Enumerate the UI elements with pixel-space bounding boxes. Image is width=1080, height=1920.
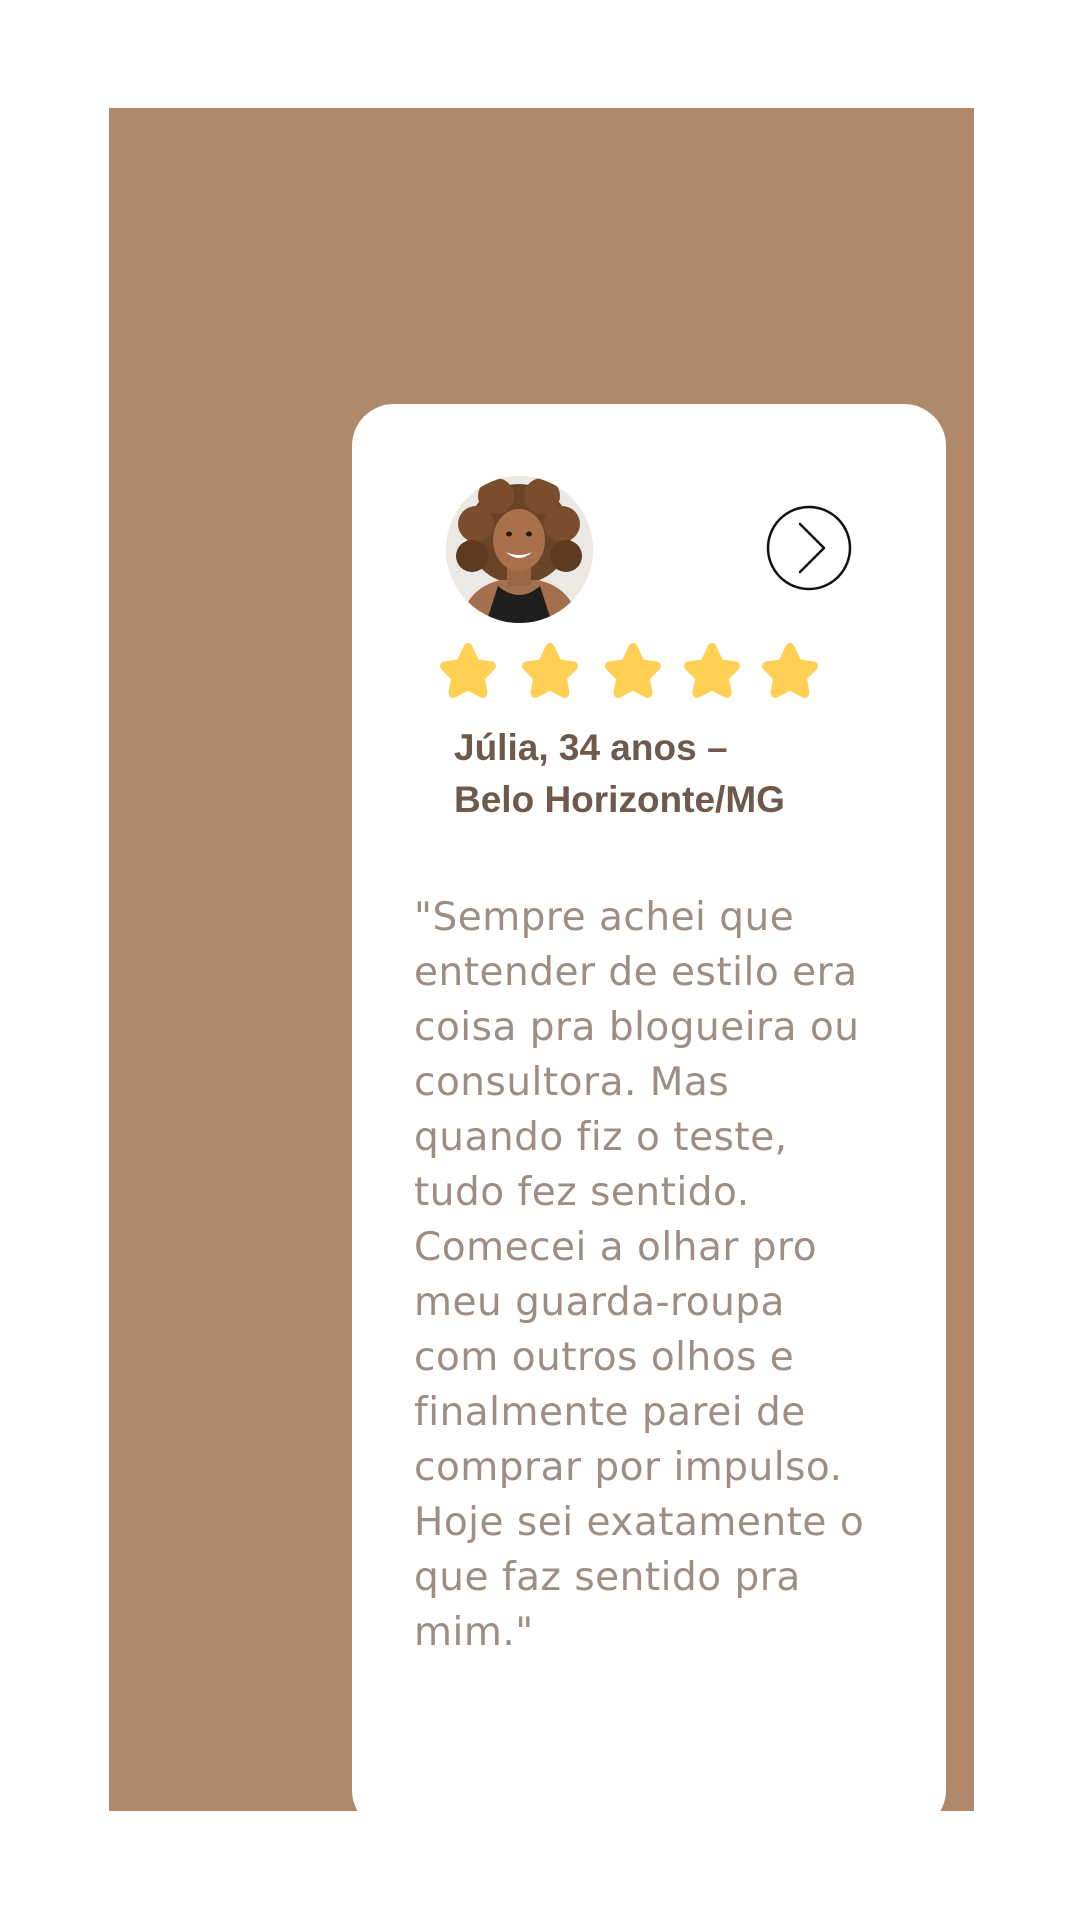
quote-line: mim." xyxy=(414,1610,534,1655)
chevron-right-circle-icon xyxy=(766,505,852,591)
quote-line: "Sempre achei que xyxy=(414,895,795,940)
reviewer-info: Júlia, 34 anos – Belo Horizonte/MG xyxy=(454,722,874,826)
next-button[interactable] xyxy=(766,505,852,591)
reviewer-location: Belo Horizonte/MG xyxy=(454,779,785,820)
reviewer-name: Júlia, 34 anos – xyxy=(454,727,728,768)
quote-line: meu guarda-roupa xyxy=(414,1280,785,1325)
quote-line: entender de estilo era xyxy=(414,950,858,995)
testimonial-frame: Júlia, 34 anos – Belo Horizonte/MG "Semp… xyxy=(109,108,974,1832)
star-rating xyxy=(436,640,856,704)
quote-line: Hoje sei exatamente o xyxy=(414,1500,865,1545)
testimonial-quote: "Sempre achei que entender de estilo era… xyxy=(414,890,914,1660)
star-icon xyxy=(758,640,822,704)
star-icon xyxy=(680,640,744,704)
star-icon xyxy=(436,640,500,704)
star-icon xyxy=(601,640,665,704)
avatar xyxy=(446,476,593,623)
star-icon xyxy=(518,640,582,704)
quote-line: Comecei a olhar pro xyxy=(414,1225,818,1270)
quote-line: comprar por impulso. xyxy=(414,1445,843,1490)
quote-line: tudo fez sentido. xyxy=(414,1170,750,1215)
quote-line: finalmente parei de xyxy=(414,1390,806,1435)
quote-line: consultora. Mas xyxy=(414,1060,730,1105)
quote-line: com outros olhos e xyxy=(414,1335,795,1380)
testimonial-card: Júlia, 34 anos – Belo Horizonte/MG "Semp… xyxy=(352,404,946,1832)
quote-line: quando fiz o teste, xyxy=(414,1115,788,1160)
quote-line: coisa pra blogueira ou xyxy=(414,1005,860,1050)
page: Júlia, 34 anos – Belo Horizonte/MG "Semp… xyxy=(0,0,1080,1920)
quote-line: que faz sentido pra xyxy=(414,1555,801,1600)
